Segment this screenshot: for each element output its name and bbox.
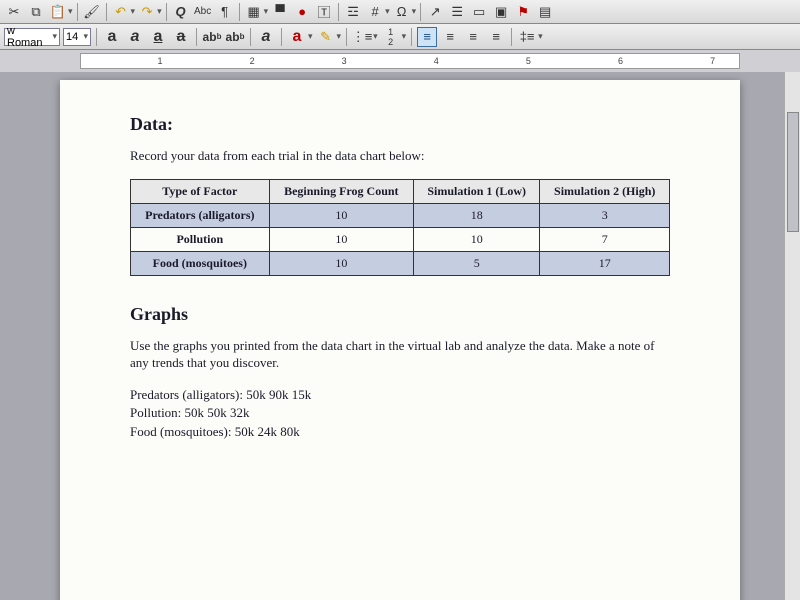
page2-icon[interactable]: ▤ (535, 2, 555, 22)
cell-value: 7 (540, 227, 670, 251)
table-row: Predators (alligators) 10 18 3 (131, 203, 670, 227)
graph-data-lines: Predators (alligators): 50k 90k 15k Poll… (130, 386, 670, 443)
align-justify-button[interactable]: ≡ (486, 27, 506, 47)
text-frame-icon[interactable]: 🅃 (314, 2, 334, 22)
strike-button[interactable]: a (171, 27, 191, 47)
ruler-tick: 7 (710, 56, 715, 66)
th-factor: Type of Factor (131, 179, 270, 203)
cell-value: 17 (540, 251, 670, 275)
graph-line: Predators (alligators): 50k 90k 15k (130, 386, 670, 405)
cell-value: 18 (413, 203, 539, 227)
insert-chart-icon[interactable]: ▀ (270, 2, 290, 22)
line-spacing-button[interactable]: ‡≡ (517, 27, 537, 47)
ruler-tick: 5 (526, 56, 531, 66)
ruler-tick: 2 (250, 56, 255, 66)
highlight-button[interactable]: ✎ (316, 27, 336, 47)
table-row: Food (mosquitoes) 10 5 17 (131, 251, 670, 275)
font-color-button[interactable]: a (287, 27, 307, 47)
insert-table-icon[interactable]: ▦ (244, 2, 264, 22)
omega-icon[interactable]: Ω (392, 2, 412, 22)
standard-toolbar: ✂ ⧉ 📋▾ 🖌 ↶▾ ↷▾ Q Abc ¶ ▦▾ ▀ ● 🅃 ☲ #▾ Ω▾ … (0, 0, 800, 24)
font-size-select[interactable]: 14 ▾ (63, 28, 91, 46)
table-header-row: Type of Factor Beginning Frog Count Simu… (131, 179, 670, 203)
paragraph-graphs-intro: Use the graphs you printed from the data… (130, 337, 670, 372)
spellcheck-icon[interactable]: Abc (193, 2, 213, 22)
align-right-button[interactable]: ≡ (463, 27, 483, 47)
ruler-tick: 4 (434, 56, 439, 66)
heading-graphs: Graphs (130, 304, 670, 325)
page-number-icon[interactable]: # (365, 2, 385, 22)
paste-icon[interactable]: 📋 (48, 2, 68, 22)
subscript-button[interactable]: abb (225, 27, 245, 47)
vertical-scrollbar[interactable] (784, 72, 800, 600)
align-center-button[interactable]: ≡ (440, 27, 460, 47)
document-page[interactable]: Data: Record your data from each trial i… (60, 80, 740, 600)
copy-icon[interactable]: ⧉ (26, 2, 46, 22)
data-table: Type of Factor Beginning Frog Count Simu… (130, 179, 670, 276)
format-paint-icon[interactable]: 🖌 (82, 2, 102, 22)
paste-dropdown[interactable]: ▾ (68, 6, 73, 17)
italic-button[interactable]: a (125, 27, 145, 47)
cell-value: 10 (413, 227, 539, 251)
graph-line: Pollution: 50k 50k 32k (130, 404, 670, 423)
graph-line: Food (mosquitoes): 50k 24k 80k (130, 423, 670, 442)
table-row: Pollution 10 10 7 (131, 227, 670, 251)
cell-label: Pollution (131, 227, 270, 251)
book-icon[interactable]: ▣ (491, 2, 511, 22)
cell-label: Predators (alligators) (131, 203, 270, 227)
undo-dropdown[interactable]: ▾ (131, 6, 136, 17)
th-begin: Beginning Frog Count (269, 179, 413, 203)
page-icon[interactable]: ▭ (469, 2, 489, 22)
record-icon[interactable]: ● (292, 2, 312, 22)
pilcrow-icon[interactable]: ¶ (215, 2, 235, 22)
underline-button[interactable]: a (148, 27, 168, 47)
ruler-tick: 6 (618, 56, 623, 66)
ruler-area: 1 2 3 4 5 6 7 (0, 50, 800, 72)
highlight-dropdown[interactable]: ▾ (337, 31, 342, 42)
scrollbar-thumb[interactable] (787, 112, 799, 232)
cut-icon[interactable]: ✂ (4, 2, 24, 22)
font-name-value: w Roman (7, 25, 52, 49)
cell-value: 10 (269, 251, 413, 275)
bold-q-icon[interactable]: Q (171, 2, 191, 22)
redo-icon[interactable]: ↷ (137, 2, 157, 22)
omega-dropdown[interactable]: ▾ (412, 6, 417, 17)
cell-value: 10 (269, 227, 413, 251)
align-left-button[interactable]: ≡ (417, 27, 437, 47)
formatting-toolbar: w Roman ▾ 14 ▾ a a a a abb abb a a▾ ✎▾ ⋮… (0, 24, 800, 50)
font-color-dropdown[interactable]: ▾ (308, 31, 313, 42)
cell-value: 5 (413, 251, 539, 275)
cell-label: Food (mosquitoes) (131, 251, 270, 275)
th-sim2: Simulation 2 (High) (540, 179, 670, 203)
ruler-tick: 3 (342, 56, 347, 66)
redo-dropdown[interactable]: ▾ (157, 6, 162, 17)
bold-button[interactable]: a (102, 27, 122, 47)
table-dropdown[interactable]: ▾ (264, 6, 269, 17)
heading-data: Data: (130, 114, 670, 135)
number-list-button[interactable]: 12 (381, 27, 401, 47)
superscript-button[interactable]: abb (202, 27, 222, 47)
cell-value: 3 (540, 203, 670, 227)
ruler-tick: 1 (157, 56, 162, 66)
horizontal-ruler[interactable]: 1 2 3 4 5 6 7 (80, 53, 740, 69)
arrow-icon[interactable]: ↗ (425, 2, 445, 22)
align-tool-icon[interactable]: ☲ (343, 2, 363, 22)
undo-icon[interactable]: ↶ (111, 2, 131, 22)
bookmark-icon[interactable]: ⚑ (513, 2, 533, 22)
th-sim1: Simulation 1 (Low) (413, 179, 539, 203)
paragraph-data-intro: Record your data from each trial in the … (130, 147, 670, 165)
bullet-list-button[interactable]: ⋮≡ (352, 27, 372, 47)
stack-icon[interactable]: ☰ (447, 2, 467, 22)
pagenum-dropdown[interactable]: ▾ (385, 6, 390, 17)
font-name-select[interactable]: w Roman ▾ (4, 28, 60, 46)
font-size-value: 14 (66, 31, 78, 43)
case-button[interactable]: a (256, 27, 276, 47)
document-workspace: Data: Record your data from each trial i… (0, 72, 800, 600)
cell-value: 10 (269, 203, 413, 227)
